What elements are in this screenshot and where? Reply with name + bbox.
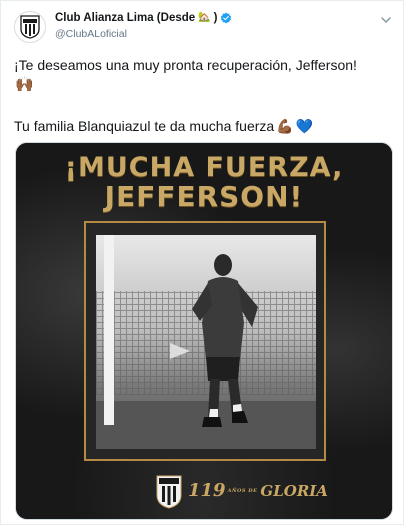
raised-hands-emoji: 🙌🏾	[15, 76, 34, 93]
display-name-close: )	[213, 12, 218, 24]
headline-line2: JEFFERSON!	[104, 180, 304, 213]
headline-line1: ¡MUCHA FUERZA,	[64, 152, 344, 183]
blue-heart-emoji: 💙	[295, 118, 314, 134]
user-handle[interactable]: @ClubALoficial	[55, 28, 127, 40]
tweet-text-line2-row: Tu familia Blanquiazul te da mucha fuerz…	[14, 117, 313, 136]
verified-badge-icon	[221, 12, 232, 24]
club-crest-icon	[156, 475, 182, 509]
anniversary-small: AÑOS DE	[228, 488, 258, 494]
display-name[interactable]: Club Alianza Lima (Desde	[55, 12, 195, 24]
tweet-card: Club Alianza Lima (Desde 🏡 ) @ClubALofic…	[0, 0, 404, 525]
club-crest-icon	[20, 15, 40, 39]
flexed-biceps-emoji: 💪🏾	[276, 118, 294, 134]
anniversary-small-1: AÑOS DE	[227, 487, 258, 494]
tweet-text-line1: ¡Te deseamos una muy pronta recuperación…	[14, 57, 357, 73]
avatar[interactable]	[14, 11, 46, 43]
goal-post	[104, 235, 114, 425]
tweet-media-image[interactable]: ¡MUCHA FUERZA, JEFFERSON! 119 AÑOS DE GL…	[15, 142, 393, 520]
player-photo	[96, 235, 316, 449]
house-icon: 🏡	[198, 12, 211, 23]
player-figure	[192, 254, 258, 427]
anniversary-number: 119	[188, 480, 226, 501]
user-name-row[interactable]: Club Alianza Lima (Desde 🏡 )	[55, 12, 232, 24]
caret-down-icon[interactable]	[379, 13, 393, 27]
anniversary-mark: 119 AÑOS DE GLORIA	[188, 480, 328, 501]
anniversary-word: GLORIA	[260, 481, 328, 500]
tweet-text-line2: Tu familia Blanquiazul te da mucha fuerz…	[14, 118, 275, 134]
photo-frame	[84, 221, 326, 461]
